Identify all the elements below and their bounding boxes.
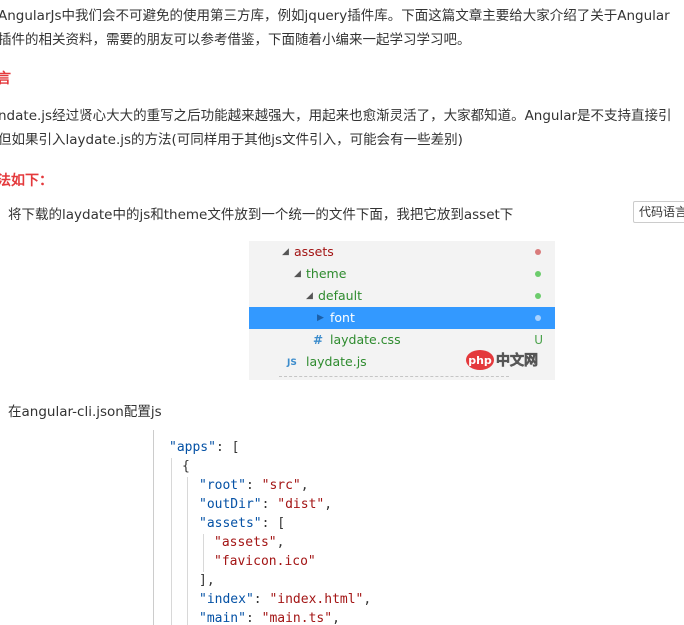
code-line-3: "root": "src", bbox=[199, 478, 309, 493]
expand-arrow-icon: ◢ bbox=[282, 247, 289, 257]
tree-item-theme: ◢ theme bbox=[249, 263, 555, 285]
site-watermark: php 中文网 bbox=[466, 348, 548, 372]
code-line-5: "assets": [ bbox=[199, 516, 286, 531]
code-line-1: "apps": [ bbox=[169, 440, 240, 455]
code-line-7: "favicon.ico" bbox=[214, 554, 316, 569]
php-logo-icon: php 中文网 bbox=[466, 350, 538, 370]
expand-arrow-icon: ◢ bbox=[294, 269, 301, 279]
intro-paragraph-line-2: 插件的相关资料，需要的朋友可以参考借鉴，下面随着小编来一起学习学习吧。 bbox=[0, 32, 471, 48]
expand-arrow-icon: ◢ bbox=[306, 291, 313, 301]
tree-item-label: theme bbox=[306, 266, 347, 281]
code-line-2: { bbox=[182, 459, 190, 474]
tree-item-assets: ◢ assets bbox=[249, 241, 555, 263]
body-paragraph-line-1: ndate.js经过贤心大大的重写之后功能越来越强大，用起来也愈渐灵活了，大家都… bbox=[0, 108, 672, 124]
tree-item-default: ◢ default bbox=[249, 285, 555, 307]
indent-guide bbox=[171, 458, 172, 625]
cropped-row-edge bbox=[279, 376, 509, 380]
status-dot-icon bbox=[535, 271, 541, 277]
body-paragraph-line-2: 但如果引入laydate.js的方法(可同样用于其他js文件引入，可能会有一些差… bbox=[0, 132, 463, 148]
code-line-8: ], bbox=[199, 573, 215, 588]
intro-paragraph-line-1: AngularJs中我们会不可避免的使用第三方库，例如jquery插件库。下面这… bbox=[0, 8, 670, 24]
tree-item-label: default bbox=[318, 288, 362, 303]
tree-item-font: ▶ font bbox=[249, 307, 555, 329]
status-dot-icon bbox=[535, 249, 541, 255]
status-dot-icon bbox=[535, 315, 541, 321]
indent-guide bbox=[187, 477, 188, 625]
code-line-6: "assets", bbox=[214, 535, 285, 550]
code-line-4: "outDir": "dist", bbox=[199, 497, 333, 512]
step-2-text: 在angular-cli.json配置js bbox=[8, 404, 162, 420]
status-dot-icon bbox=[535, 293, 541, 299]
code-block: "apps": [ { "root": "src", "outDir": "di… bbox=[153, 430, 684, 625]
tree-item-label: assets bbox=[294, 244, 334, 259]
heading-method: 法如下： bbox=[0, 173, 53, 189]
indent-guide bbox=[203, 534, 204, 572]
heading-preface: 言 bbox=[0, 71, 11, 87]
step-1-text: 将下载的laydate中的js和theme文件放到一个统一的文件下面，我把它放到… bbox=[8, 207, 514, 223]
tree-item-label: laydate.css bbox=[330, 332, 401, 347]
collapsed-arrow-icon: ▶ bbox=[317, 313, 324, 323]
article-page: AngularJs中我们会不可避免的使用第三方库，例如jquery插件库。下面这… bbox=[0, 0, 684, 625]
code-line-10: "main": "main.ts", bbox=[199, 611, 340, 625]
code-language-button[interactable]: 代码语言 bbox=[633, 201, 684, 223]
tree-item-label: font bbox=[330, 310, 355, 325]
watermark-brand: php bbox=[468, 354, 492, 367]
code-line-9: "index": "index.html", bbox=[199, 592, 372, 607]
tree-item-label: laydate.js bbox=[306, 354, 367, 369]
watermark-suffix: 中文网 bbox=[496, 352, 538, 369]
js-file-icon: JS bbox=[287, 358, 297, 368]
css-file-icon: # bbox=[313, 333, 324, 347]
